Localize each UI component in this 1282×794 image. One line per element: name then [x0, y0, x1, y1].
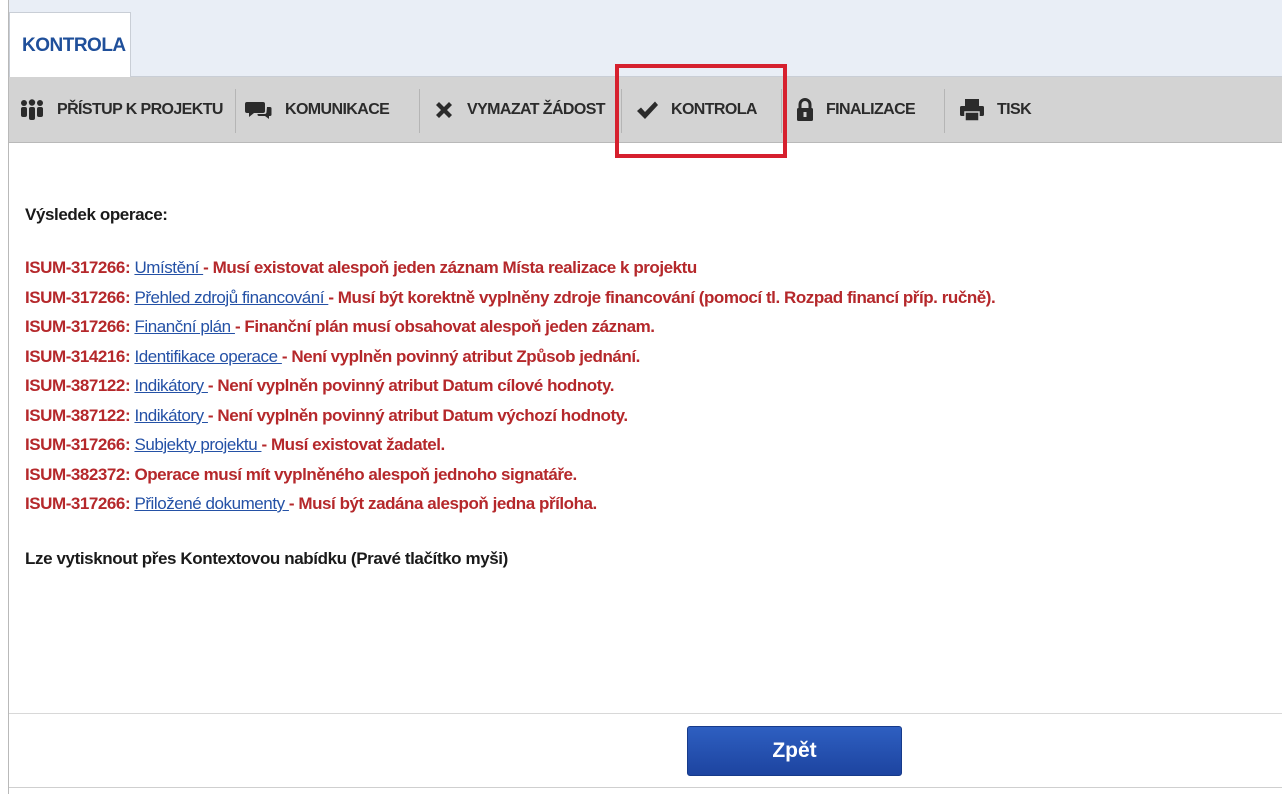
printer-icon: [959, 98, 985, 122]
checkmark-icon: [635, 99, 659, 121]
error-item: ISUM-317266: Umístění - Musí existovat a…: [25, 253, 1265, 283]
communication-button[interactable]: KOMUNIKACE: [245, 77, 390, 143]
tab-kontrola[interactable]: KONTROLA: [9, 12, 131, 78]
error-link[interactable]: Identifikace operace: [134, 347, 281, 366]
error-link[interactable]: Přehled zdrojů financování: [134, 288, 328, 307]
x-icon: [433, 99, 455, 121]
error-item: ISUM-387122: Indikátory - Není vyplněn p…: [25, 371, 1265, 401]
error-link[interactable]: Subjekty projektu: [134, 435, 261, 454]
error-message: Operace musí mít vyplněného alespoň jedn…: [134, 464, 577, 484]
check-button[interactable]: KONTROLA: [635, 77, 757, 143]
application-window: KONTROLA PŘÍSTUP K PROJEKTU KOMUNIKACE V…: [8, 0, 1282, 794]
error-code: ISUM-387122:: [25, 376, 131, 395]
error-message: - Musí být korektně vyplněny zdroje fina…: [328, 287, 996, 307]
error-item: ISUM-317266: Subjekty projektu - Musí ex…: [25, 430, 1265, 460]
lock-icon: [796, 98, 814, 122]
chat-icon: [245, 99, 273, 121]
result-panel: Výsledek operace: ISUM-317266: Umístění …: [25, 205, 1265, 569]
error-item: ISUM-387122: Indikátory - Není vyplněn p…: [25, 401, 1265, 431]
error-code: ISUM-314216:: [25, 346, 131, 366]
finalize-label: FINALIZACE: [826, 101, 916, 118]
error-link[interactable]: Indikátory: [134, 406, 207, 425]
bottom-divider: [9, 787, 1282, 788]
tab-bar: KONTROLA: [9, 0, 1282, 78]
error-message: - Není vyplněn povinný atribut Datum cíl…: [207, 376, 614, 395]
error-code: ISUM-317266:: [25, 317, 131, 336]
communication-label: KOMUNIKACE: [285, 101, 390, 118]
error-code: ISUM-317266:: [25, 494, 131, 513]
error-code: ISUM-317266:: [25, 435, 131, 454]
print-button[interactable]: TISK: [959, 77, 1032, 143]
access-project-label: PŘÍSTUP K PROJEKTU: [57, 101, 223, 118]
users-icon: [19, 99, 45, 121]
error-message: - Musí existovat žadatel.: [261, 435, 445, 454]
error-item: ISUM-317266: Finanční plán - Finanční pl…: [25, 312, 1265, 342]
error-code: ISUM-382372:: [25, 464, 131, 484]
finalize-button[interactable]: FINALIZACE: [796, 77, 916, 143]
error-message: - Finanční plán musí obsahovat alespoň j…: [234, 317, 655, 336]
error-link[interactable]: Umístění: [134, 258, 203, 277]
error-item: ISUM-314216: Identifikace operace - Není…: [25, 342, 1265, 372]
toolbar-separator: [419, 89, 420, 133]
error-item: ISUM-317266: Přehled zdrojů financování …: [25, 283, 1265, 313]
error-item: ISUM-317266: Přiložené dokumenty - Musí …: [25, 489, 1265, 519]
toolbar: PŘÍSTUP K PROJEKTU KOMUNIKACE VYMAZAT ŽÁ…: [9, 77, 1282, 143]
error-link[interactable]: Finanční plán: [134, 317, 235, 336]
error-code: ISUM-317266:: [25, 287, 131, 307]
error-code: ISUM-317266:: [25, 258, 131, 277]
error-message: - Není vyplněn povinný atribut Způsob je…: [281, 346, 640, 366]
toolbar-separator: [235, 89, 236, 133]
back-button[interactable]: Zpět: [687, 726, 902, 776]
result-title: Výsledek operace:: [25, 205, 168, 224]
delete-application-button[interactable]: VYMAZAT ŽÁDOST: [433, 77, 606, 143]
error-list: ISUM-317266: Umístění - Musí existovat a…: [25, 253, 1265, 519]
check-label: KONTROLA: [671, 101, 757, 118]
error-message: - Musí být zadána alespoň jedna příloha.: [288, 494, 597, 513]
toolbar-separator: [944, 89, 945, 133]
error-message: - Musí existovat alespoň jeden záznam Mí…: [203, 258, 697, 277]
toolbar-separator: [781, 89, 782, 133]
error-item: ISUM-382372: Operace musí mít vyplněného…: [25, 460, 1265, 490]
access-project-button[interactable]: PŘÍSTUP K PROJEKTU: [19, 77, 223, 143]
footer-divider: [9, 713, 1282, 714]
error-link[interactable]: Indikátory: [134, 376, 207, 395]
toolbar-separator: [621, 89, 622, 133]
error-code: ISUM-387122:: [25, 405, 131, 425]
delete-application-label: VYMAZAT ŽÁDOST: [467, 101, 606, 118]
error-message: - Není vyplněn povinný atribut Datum výc…: [207, 405, 628, 425]
print-hint: Lze vytisknout přes Kontextovou nabídku …: [25, 548, 508, 568]
error-link[interactable]: Přiložené dokumenty: [134, 494, 288, 513]
print-label: TISK: [997, 101, 1032, 118]
